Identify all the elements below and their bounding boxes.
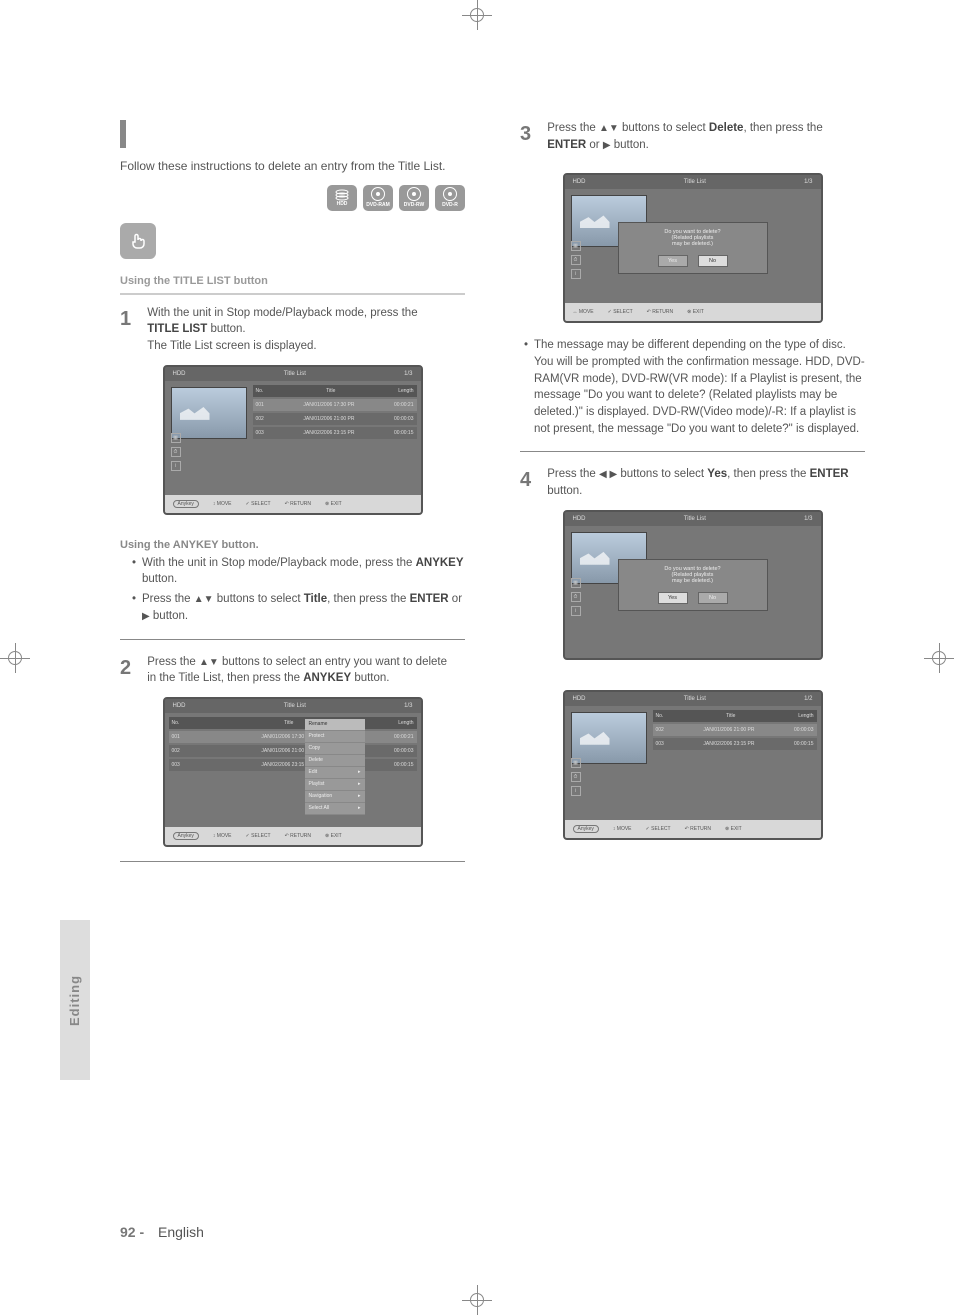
disc-icon-dvdr: DVD-R [435,185,465,211]
step-2: 2 Press the ▲▼ buttons to select an entr… [120,654,465,687]
divider [120,293,465,295]
note-text: The message may be different depending o… [524,337,865,437]
osd-screenshot-title-list: HDDTitle List1/3 ▦⏱i No.TitleLength 001J… [163,365,423,515]
osd-screenshot-after-delete: HDDTitle List1/2 ▦⏱i No.TitleLength 002J… [563,690,823,840]
disc-label: DVD-R [442,202,458,208]
bullet-1: With the unit in Stop mode/Playback mode… [132,555,465,588]
divider [120,861,465,862]
disc-label: DVD-RW [404,202,424,208]
crop-mark-right [924,643,954,673]
info-icons: ▦⏱i [171,433,181,471]
crop-mark-top [462,0,492,30]
crop-mark-bottom [462,1285,492,1315]
page-number: 92 - [120,1224,144,1240]
column-left: Follow these instructions to delete an e… [120,120,465,876]
title-list: No.TitleLength 001JAN/01/2006 17:30 PR00… [165,713,421,823]
section-title [120,120,465,148]
step-body: Press the ▲▼ buttons to select Delete, t… [547,120,857,153]
page-language: English [158,1224,204,1240]
thumbnail [171,387,247,439]
disc-label: HDD [337,201,348,207]
osd-screenshot-anykey-menu: HDDTitle List1/3 No.TitleLength 001JAN/0… [163,697,423,847]
disc-icon-dvdrw: DVD-RW [399,185,429,211]
step-number: 1 [120,305,144,334]
step-number: 4 [520,466,544,495]
divider [120,639,465,640]
crop-mark-left [0,643,30,673]
disc-icon-dvdram: DVD-RAM [363,185,393,211]
dialog-no-button: No [698,255,728,267]
confirm-dialog: Do you want to delete? (Related playlist… [618,222,768,274]
dialog-message: Do you want to delete? (Related playlist… [625,229,761,247]
bullet-2: Press the ▲▼ buttons to select Title, th… [132,591,465,624]
column-right: 3 Press the ▲▼ buttons to select Delete,… [520,120,865,852]
divider [520,451,865,452]
osd-screenshot-confirm-yes: HDDTitle List1/3 ▦⏱i Do you want to dele… [563,510,823,660]
confirm-dialog: Do you want to delete? (Related playlist… [618,559,768,611]
using-title-list-button-label: Using the TITLE LIST button [120,275,465,287]
step-body: Press the ▲▼ buttons to select an entry … [147,654,447,687]
step-4: 4 Press the ◀ ▶ buttons to select Yes, t… [520,466,865,499]
title-bar-accent [120,120,126,148]
page: Editing Follow these instructions to del… [50,60,904,1260]
dialog-yes-button: Yes [658,255,688,267]
intro-text: Follow these instructions to delete an e… [120,158,465,175]
using-anykey-label: Using the ANYKEY button. [120,539,465,551]
disc-label: DVD-RAM [366,202,390,208]
hand-icon [120,223,156,259]
popup-menu: Rename Protect Copy Delete Edit▸ Playlis… [305,719,365,815]
dialog-yes-button: Yes [658,592,688,604]
step-number: 3 [520,120,544,149]
disc-icon-hdd: HDD [327,185,357,211]
osd-screenshot-confirm-dialog: HDDTitle List1/3 ▦⏱i Do you want to dele… [563,173,823,323]
side-tab-label: Editing [68,974,83,1025]
step-1: 1 With the unit in Stop mode/Playback mo… [120,305,465,355]
dialog-message: Do you want to delete? (Related playlist… [625,566,761,584]
note-block: The message may be different depending o… [520,337,865,437]
step-body: With the unit in Stop mode/Playback mode… [147,305,447,355]
disc-icons-row: HDD DVD-RAM DVD-RW DVD-R [120,185,465,211]
step-3: 3 Press the ▲▼ buttons to select Delete,… [520,120,865,153]
title-list: No.TitleLength 001JAN/01/2006 17:30 PR00… [253,381,421,491]
dialog-no-button: No [698,592,728,604]
step-number: 2 [120,654,144,683]
step-body: Press the ◀ ▶ buttons to select Yes, the… [547,466,857,499]
side-tab-editing: Editing [60,920,90,1080]
page-footer: 92 - English [120,1224,204,1240]
anykey-bullets: With the unit in Stop mode/Playback mode… [120,555,465,625]
